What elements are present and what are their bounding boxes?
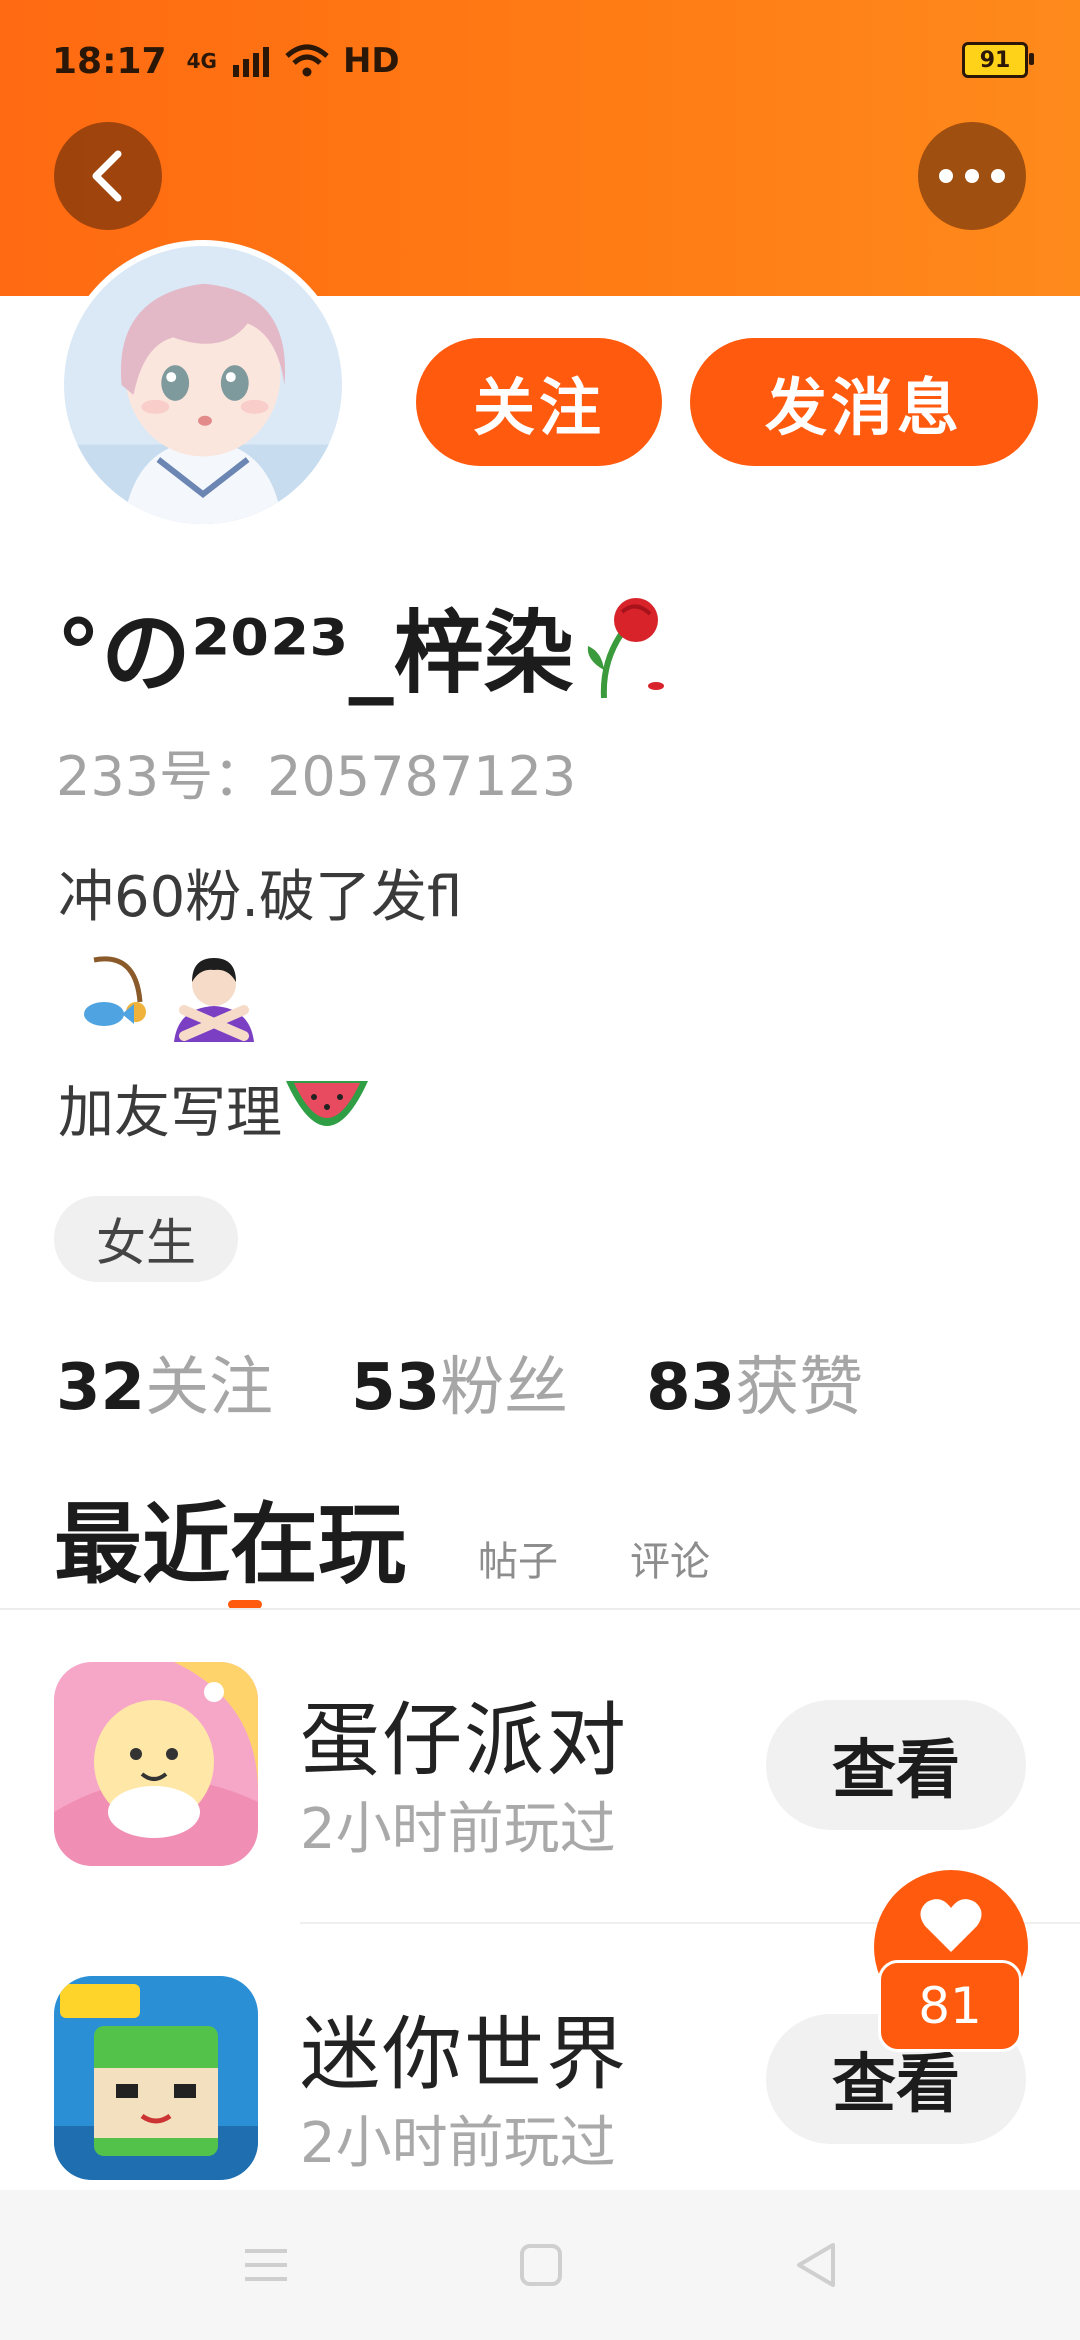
battery-icon: 91 [962, 42, 1034, 78]
crossed-arms-emoji [174, 958, 254, 1042]
user-id: 233号：205787123 [56, 745, 577, 808]
game-subtitle: 2小时前玩过 [300, 1797, 616, 1862]
fishing-emoji [84, 956, 146, 1026]
status-bar: 18:17 4G HD 91 [52, 36, 1034, 86]
home-icon[interactable] [519, 2243, 563, 2287]
rose-emoji [587, 598, 664, 699]
tab-posts[interactable]: 帖子 [478, 1529, 558, 1587]
game-icon-eggy-party [54, 1662, 258, 1866]
signal-bars-icon [232, 47, 269, 77]
follow-button[interactable]: 关注 [416, 338, 662, 466]
game-title: 蛋仔派对 [300, 1694, 628, 1787]
bio-line-3-text: 加友写理 [58, 1081, 282, 1146]
send-message-button[interactable]: 发消息 [690, 338, 1038, 466]
view-button[interactable]: 查看 [766, 1700, 1026, 1830]
stat-label: 获赞 [735, 1351, 864, 1425]
stat-number: 53 [351, 1351, 441, 1425]
stat-following[interactable]: 32关注 [56, 1336, 273, 1428]
battery-level: 91 [979, 47, 1011, 73]
wifi-icon [285, 44, 329, 77]
avatar[interactable] [58, 240, 348, 530]
stats-row: 32关注 53粉丝 83获赞 [56, 1336, 863, 1428]
game-subtitle: 2小时前玩过 [300, 2111, 616, 2176]
profile-name-text: °の²⁰²³_梓染 [56, 601, 574, 706]
more-icon [939, 169, 1005, 183]
game-icon-mini-world [54, 1976, 258, 2180]
avatar-image [64, 246, 342, 524]
like-count-badge: 81 [878, 1960, 1022, 2052]
game-title: 迷你世界 [300, 2008, 628, 2101]
stat-label: 关注 [145, 1351, 274, 1425]
stat-number: 32 [56, 1351, 146, 1425]
back-triangle-icon[interactable] [793, 2241, 837, 2289]
heart-icon [920, 1899, 982, 1952]
watermelon-emoji [286, 1080, 368, 1126]
system-nav-bar [0, 2190, 1080, 2340]
bio-line-2 [76, 952, 262, 1042]
stat-label: 粉丝 [440, 1351, 569, 1425]
status-time: 18:17 [52, 40, 167, 82]
hd-indicator: HD [342, 41, 400, 81]
gender-tag: 女生 [54, 1196, 238, 1282]
stat-likes[interactable]: 83获赞 [646, 1336, 863, 1428]
stat-fans[interactable]: 53粉丝 [351, 1336, 568, 1428]
bio-line-3: 加友写理 [58, 1068, 372, 1149]
network-indicators: 4G HD [187, 41, 400, 81]
more-button[interactable] [918, 122, 1026, 230]
tab-recently-played[interactable]: 最近在玩 [54, 1474, 406, 1601]
profile-tabs: 最近在玩 帖子 评论 [54, 1474, 710, 1601]
profile-name: °の²⁰²³_梓染 [56, 580, 674, 710]
back-button[interactable] [54, 122, 162, 230]
tab-comments[interactable]: 评论 [630, 1529, 710, 1587]
signal-icon: 4G [186, 49, 217, 73]
menu-icon[interactable] [243, 2245, 289, 2285]
stat-number: 83 [646, 1351, 736, 1425]
back-icon [92, 150, 122, 202]
bio-line-1: 冲60粉.破了发fl [58, 865, 463, 930]
divider [0, 1608, 1080, 1610]
